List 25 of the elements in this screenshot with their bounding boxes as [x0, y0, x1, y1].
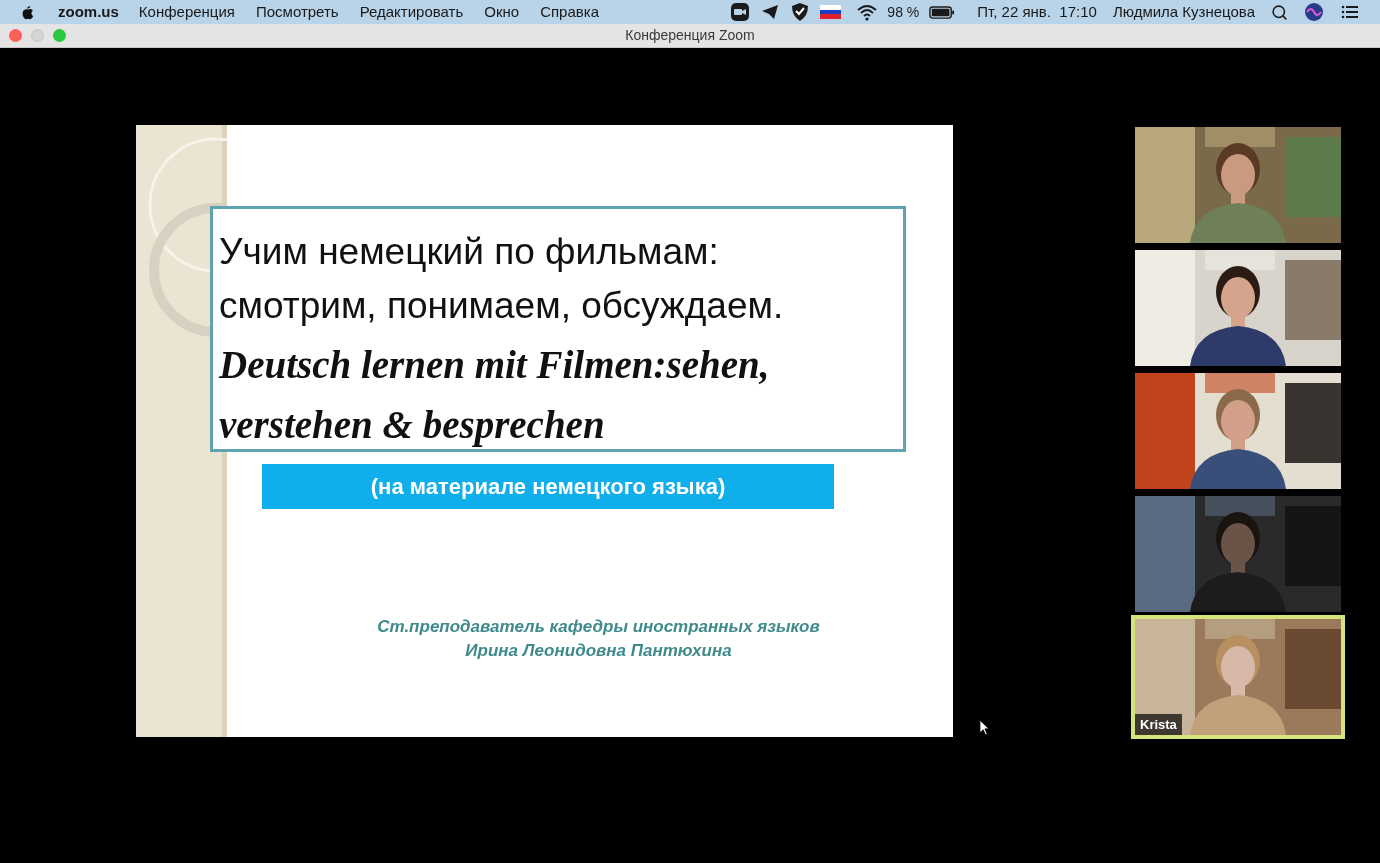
slide-title: Учим немецкий по фильмам: смотрим, понимаем, обсуждаем. [219, 230, 785, 328]
menu-item[interactable]: Окно [484, 0, 520, 24]
siri-icon[interactable] [1304, 2, 1324, 22]
window-title: Конференция Zoom [625, 26, 755, 45]
author-info: Ст.преподаватель кафедры иностранных языков Ирина Леонидовна Пантюхина [376, 616, 821, 662]
subtitle-banner: (на материале немецкого языка) [262, 464, 834, 509]
app-menu[interactable]: zoom.us [58, 0, 119, 24]
flag-icon[interactable] [820, 5, 842, 19]
wifi-icon[interactable] [857, 2, 878, 22]
battery-icon[interactable] [929, 5, 956, 19]
mouse-cursor-icon [979, 719, 990, 736]
battery-percent: 98 % [887, 2, 920, 22]
search-icon[interactable] [1271, 3, 1288, 21]
participant-name: Krista [1135, 713, 1182, 735]
menu-item[interactable]: Конференция [138, 0, 235, 24]
menu-item[interactable]: Посмотреть [255, 0, 339, 24]
shield-icon[interactable] [790, 2, 811, 22]
apple-icon[interactable] [20, 3, 36, 21]
menu-item[interactable]: Редактировать [359, 0, 464, 24]
menu-item[interactable]: Справка [540, 0, 599, 24]
user-name[interactable]: Людмила Кузнецова [1112, 0, 1255, 24]
video-camera-icon[interactable] [730, 2, 751, 22]
slide-subtitle: Deutsch lernen mit Filmen:sehen, verstehen & besprechen [219, 342, 771, 449]
video-tile[interactable]: Krista [1131, 615, 1345, 739]
clock[interactable]: Пт, 22 янв. 17:10 [977, 0, 1097, 24]
